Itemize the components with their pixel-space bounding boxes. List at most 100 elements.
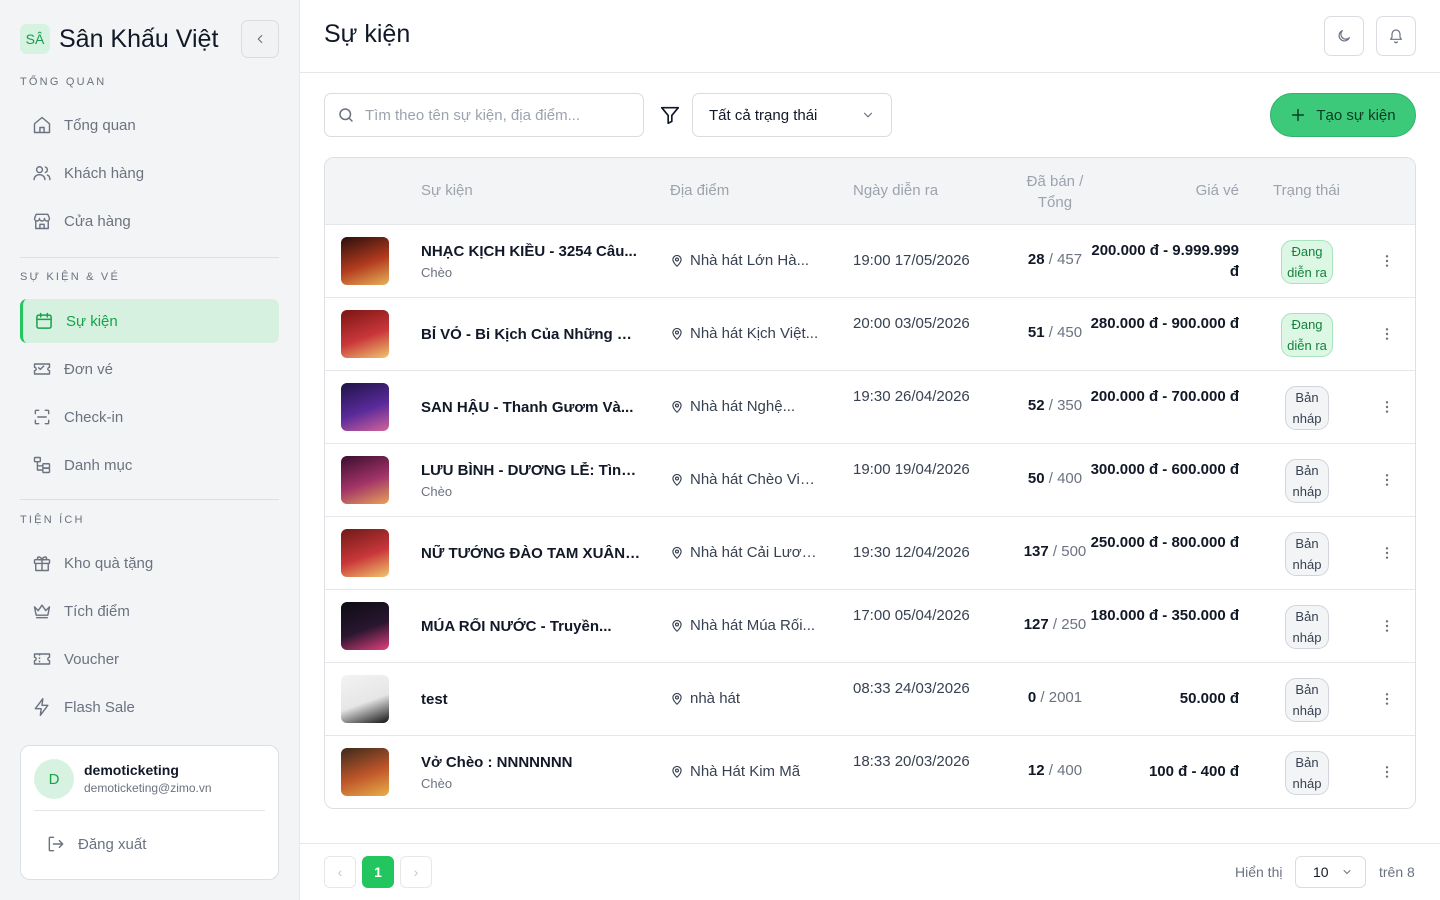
event-venue: Nhà hát Kịch Việt... [670,325,820,342]
table-row[interactable]: MÚA RỐI NƯỚC - Truyền... Nhà hát Múa Rối.… [325,590,1415,663]
more-actions-icon[interactable] [1377,397,1397,417]
total-count: / 350 [1048,397,1083,414]
event-name[interactable]: NHẠC KỊCH KIỀU - 3254 Câu... [421,243,641,260]
event-thumbnail [341,748,389,796]
lightning-icon [32,697,52,717]
page-size-select[interactable]: 10 [1295,856,1366,888]
sidebar-item-store[interactable]: Cửa hàng [20,199,279,243]
table-row[interactable]: test nhà hát 08:33 24/03/2026 0 / 2001 50.00… [325,663,1415,736]
sold-count: 51 [1027,324,1045,341]
sidebar-item-flash-sale[interactable]: Flash Sale [20,685,279,729]
event-name[interactable]: NỮ TƯỚNG ĐÀO TAM XUÂN - ... [421,545,641,562]
event-venue: Nhà hát Lớn Hà... [670,252,820,269]
logout-label: Đăng xuất [78,835,147,853]
sold-count: 137 [1023,543,1049,560]
column-header-date[interactable]: Ngày diễn ra [853,182,938,199]
column-header-venue[interactable]: Địa điểm [670,182,729,199]
sidebar-item-label: Tổng quan [64,116,136,134]
event-venue-text: Nhà hát Lớn Hà... [690,252,810,269]
sidebar-item-label: Khách hàng [64,164,145,182]
page-button-current[interactable]: 1 [362,856,394,888]
column-header-status[interactable]: Trạng thái [1273,182,1340,199]
column-header-sold[interactable]: Đã bán / Tổng [997,171,1113,213]
column-header-price[interactable]: Giá vé [1196,182,1239,199]
sidebar-item-categories[interactable]: Danh mục [20,443,279,487]
status-badge: Bản nháp [1285,386,1329,430]
status-badge: Bản nháp [1285,751,1329,795]
more-actions-icon[interactable] [1377,251,1397,271]
search-input[interactable] [365,106,625,124]
more-actions-icon[interactable] [1377,324,1397,344]
location-pin-icon [670,327,684,341]
next-page-button[interactable]: › [400,856,432,888]
more-actions-icon[interactable] [1377,616,1397,636]
sidebar-item-orders[interactable]: Đơn vé [20,347,279,391]
location-pin-icon [670,473,684,487]
status-badge: Bản nháp [1285,532,1329,576]
sidebar-item-label: Flash Sale [64,698,135,716]
status-badge: Đang diễn ra [1281,313,1333,357]
plus-icon [1290,107,1306,123]
location-pin-icon [670,400,684,414]
sidebar-item-gift-store[interactable]: Kho quà tặng [20,541,279,585]
sidebar-item-checkin[interactable]: Check-in [20,395,279,439]
sidebar-item-customers[interactable]: Khách hàng [20,151,279,195]
table-row[interactable]: NHẠC KỊCH KIỀU - 3254 Câu... Chèo Nhà hát … [325,225,1415,298]
sidebar-item-loyalty[interactable]: Tích điểm [20,589,279,633]
more-actions-icon[interactable] [1377,543,1397,563]
table-row[interactable]: Vở Chèo : NNNNNNN Chèo Nhà Hát Kim Mã 18:33… [325,736,1415,808]
notifications-button[interactable] [1376,16,1416,56]
create-event-label: Tạo sự kiện [1316,106,1396,124]
sold-count: 28 [1027,251,1045,268]
event-name[interactable]: LƯU BÌNH - DƯƠNG LỄ: Tình... [421,462,641,479]
event-name[interactable]: MÚA RỐI NƯỚC - Truyền... [421,618,641,635]
brand[interactable]: SÂ Sân Khấu Việt [20,24,218,54]
status-filter-value: Tất cả trạng thái [709,106,818,124]
event-name[interactable]: BỈ VỎ - Bi Kịch Của Những Ki... [421,326,641,343]
user-name: demoticketing [84,762,179,778]
sidebar-item-voucher[interactable]: Voucher [20,637,279,681]
event-genre: Chèo [421,265,453,280]
total-count: / 400 [1048,470,1083,487]
event-name[interactable]: SAN HẬU - Thanh Gươm Và... [421,399,641,416]
more-actions-icon[interactable] [1377,762,1397,782]
column-header-event[interactable]: Sự kiện [421,182,473,199]
more-actions-icon[interactable] [1377,689,1397,709]
sold-count: 50 [1027,470,1045,487]
collapse-sidebar-button[interactable] [241,20,279,58]
table-row[interactable]: BỈ VỎ - Bi Kịch Của Những Ki... Nhà hát K… [325,298,1415,371]
sidebar-item-events[interactable]: Sự kiện [20,299,279,343]
event-date: 08:33 24/03/2026 [853,680,970,697]
logout-button[interactable]: Đăng xuất [46,834,146,854]
table-row[interactable]: SAN HẬU - Thanh Gươm Và... Nhà hát Nghệ..… [325,371,1415,444]
logout-icon [46,834,66,854]
event-thumbnail [341,383,389,431]
more-actions-icon[interactable] [1377,470,1397,490]
filter-icon[interactable] [659,104,681,126]
event-price: 200.000 đ - 9.999.999 đ [1091,242,1239,280]
avatar: D [34,759,74,799]
event-name[interactable]: Vở Chèo : NNNNNNN [421,754,641,771]
prev-page-button[interactable]: ‹ [324,856,356,888]
event-venue-text: Nhà hát Cải Lươn... [690,544,820,561]
create-event-button[interactable]: Tạo sự kiện [1270,93,1416,137]
theme-toggle-button[interactable] [1324,16,1364,56]
event-date: 19:30 26/04/2026 [853,388,970,405]
event-name[interactable]: test [421,691,641,708]
sold-count: 52 [1027,397,1045,414]
total-count: / 400 [1048,762,1083,779]
event-thumbnail [341,602,389,650]
sidebar-item-overview[interactable]: Tổng quan [20,103,279,147]
search-box[interactable] [324,93,644,137]
chevron-down-icon [1341,866,1353,878]
users-icon [32,163,52,183]
table-row[interactable]: LƯU BÌNH - DƯƠNG LỄ: Tình... Chèo Nhà hát … [325,444,1415,517]
sold-count: 127 [1023,616,1049,633]
voucher-icon [32,649,52,669]
moon-icon [1336,28,1352,44]
event-price: 280.000 đ - 900.000 đ [1090,315,1239,332]
sidebar-item-label: Sự kiện [66,312,118,330]
table-row[interactable]: NỮ TƯỚNG ĐÀO TAM XUÂN - ... Nhà hát Cải L… [325,517,1415,590]
event-date: 19:30 12/04/2026 [853,544,970,561]
status-filter-select[interactable]: Tất cả trạng thái [692,93,892,137]
